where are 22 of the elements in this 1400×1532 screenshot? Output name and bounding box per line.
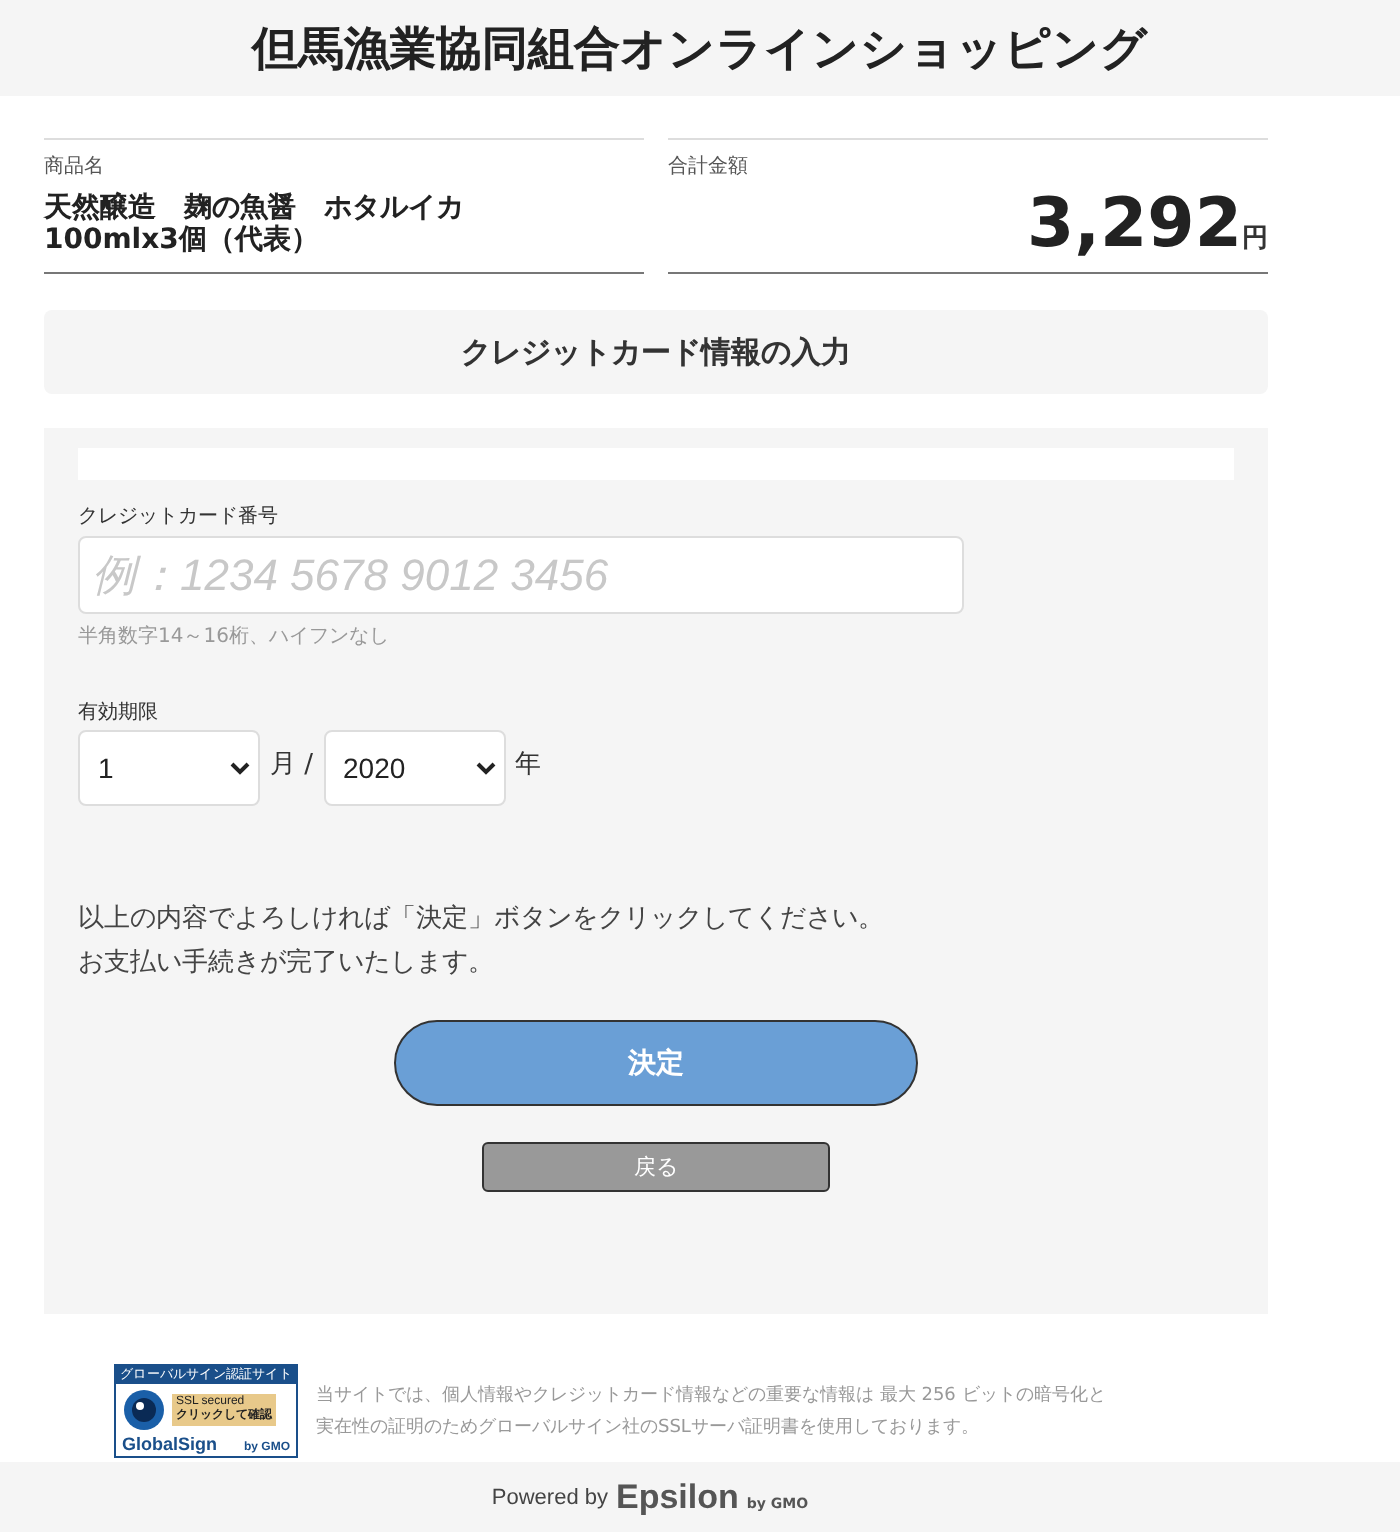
site-title: 但馬漁業協同組合オンラインショッピング: [252, 21, 1148, 79]
eye-icon: [122, 1387, 166, 1431]
currency-unit: 円: [1242, 222, 1268, 258]
product-label: 商品名: [44, 153, 106, 180]
expiry-label: 有効期限: [78, 699, 158, 726]
globalsign-logo: GlobalSign: [122, 1434, 218, 1454]
epsilon-logo: Epsilon: [616, 1477, 739, 1517]
total-label: 合計金額: [668, 153, 750, 180]
section-title: クレジットカード情報の入力: [461, 333, 851, 371]
month-unit: 月 /: [268, 748, 316, 782]
confirm-message: 以上の内容でよろしければ「決定」ボタンをクリックしてください。 お支払い手続きが完了いたします。: [78, 902, 884, 982]
year-select[interactable]: 2020: [323, 730, 506, 806]
card-number-hint: 半角数字14～16桁、ハイフンなし: [78, 623, 389, 650]
year-unit: 年: [513, 748, 544, 782]
total-amount: 3,292: [1026, 192, 1242, 256]
chevron-icon: [475, 761, 496, 775]
month-select[interactable]: 1: [78, 730, 260, 806]
powered-by-text: Powered by: [491, 1485, 608, 1509]
ssl-notice: 当サイトでは、個人情報やクレジットカード情報などの重要な情報は 最大 256 ビットの暗号化と 実在性の証明のためグローバルサイン社のSSLサーバ証明書を使用しております。: [316, 1383, 1106, 1441]
product-name: 天然醸造 麹の魚醤 ホタルイカ 100mlx3個（代表）: [44, 192, 466, 256]
chevron-icon: [230, 761, 250, 775]
card-number-label: クレジットカード番号: [78, 503, 278, 530]
